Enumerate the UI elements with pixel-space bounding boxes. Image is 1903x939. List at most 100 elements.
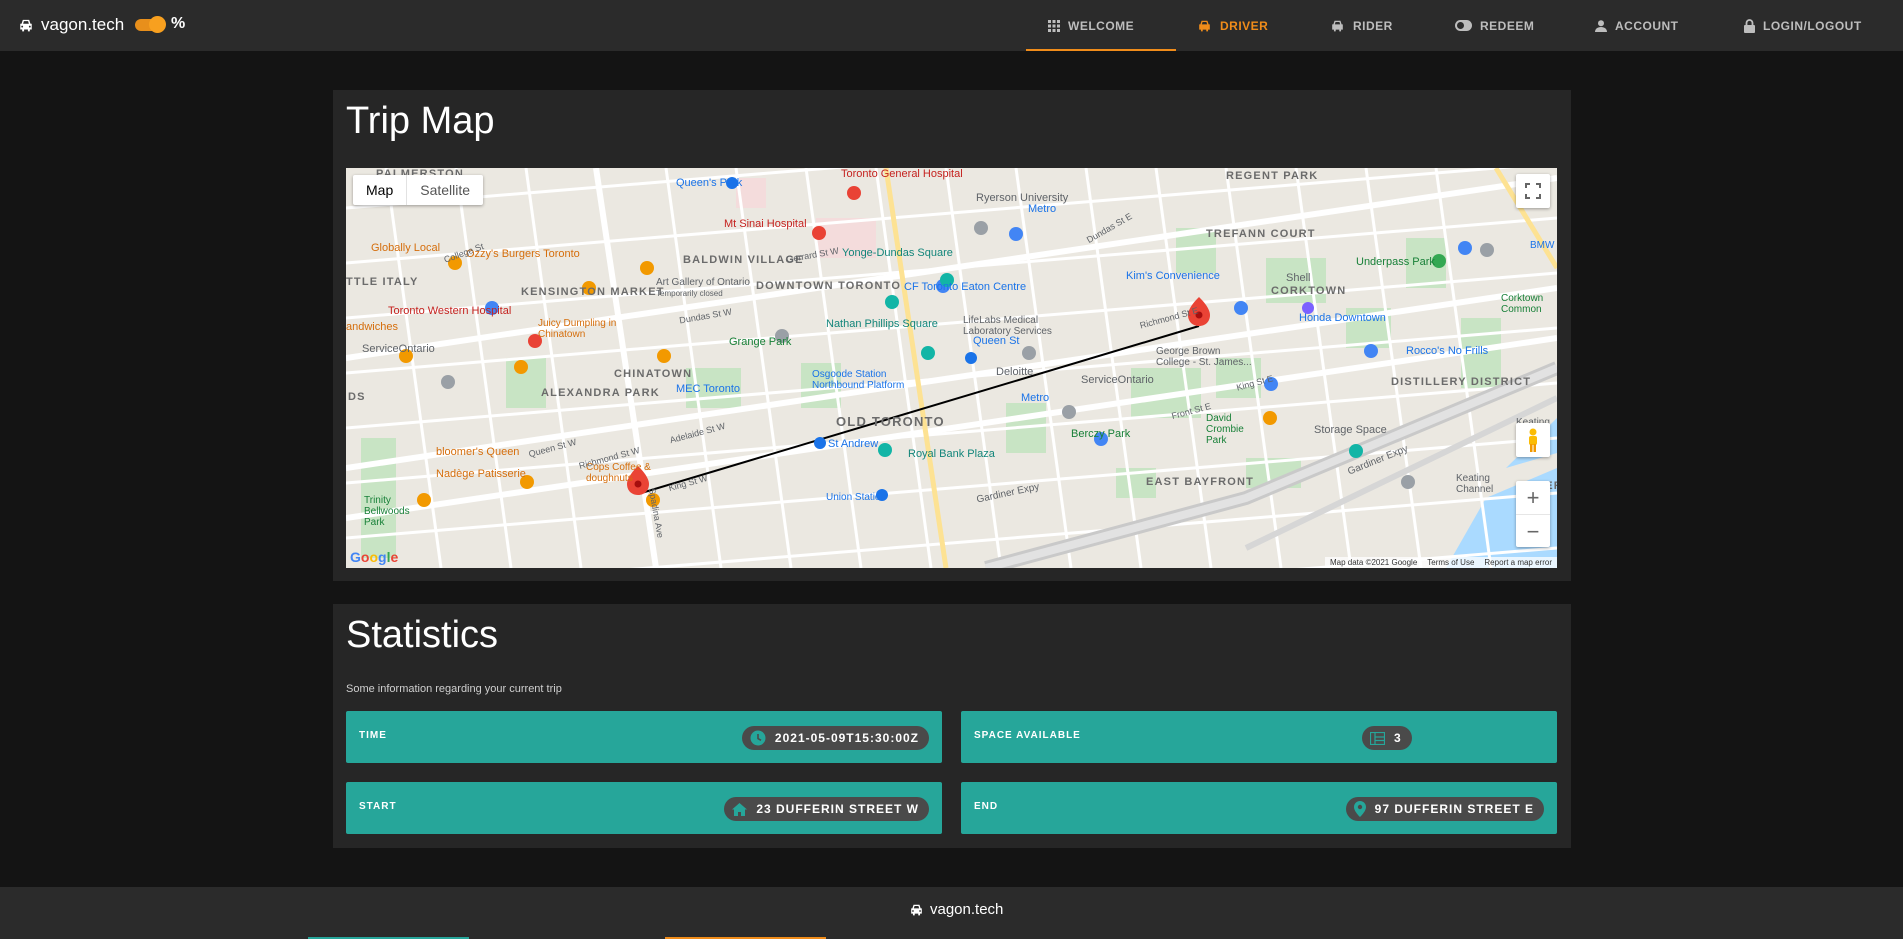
nav-rider[interactable]: RIDER [1330,0,1393,51]
nav-welcome[interactable]: WELCOME [1048,0,1134,51]
map-label-old-toronto: OLD TORONTO [836,414,945,429]
zoom-out-button[interactable]: − [1516,513,1550,548]
map-type-satellite-button[interactable]: Satellite [406,175,483,205]
place-trinity-bellwoods[interactable]: Trinity Bellwoods Park [364,495,410,528]
place-mec[interactable]: MEC Toronto [676,383,740,395]
place-union-station[interactable]: Union Station [826,492,886,503]
fullscreen-icon [1525,183,1541,199]
nav-redeem-label: REDEEM [1480,18,1535,33]
place-service-ontario-1[interactable]: ServiceOntario [362,343,435,355]
toggle-knob [149,16,166,33]
place-underpass[interactable]: Underpass Park [1356,256,1435,268]
car-icon [1332,20,1343,32]
theme-toggle[interactable] [135,16,166,33]
map-label-regent-park: REGENT PARK [1226,170,1319,182]
brand-name: vagon.tech [41,15,125,34]
place-lifelabs[interactable]: LifeLabs Medical Laboratory Services [963,315,1083,337]
map-label-downtown-toronto: DOWNTOWN TORONTO [756,280,902,292]
stat-start-chip: 23 DUFFERIN STREET W [724,797,929,821]
map-label-kensington-market: KENSINGTON MARKET [521,286,665,298]
car-icon [911,904,922,916]
place-queens-park[interactable]: Queen's Park [676,177,742,189]
place-bloomers[interactable]: bloomer's Queen [436,446,519,458]
lock-icon [1744,18,1755,33]
street-view-pegman-button[interactable] [1516,423,1550,457]
map-label-corktown: CORKTOWN [1271,285,1347,297]
place-deloitte[interactable]: Deloitte [996,366,1033,378]
stat-time-chip: 2021-05-09T15:30:00Z [741,726,929,750]
stat-start-value: 23 DUFFERIN STREET W [756,802,919,816]
place-yonge-dundas[interactable]: Yonge-Dundas Square [842,247,953,259]
google-logo[interactable]: Google [350,549,398,565]
place-bmw[interactable]: BMW To [1530,240,1557,251]
nav-welcome-label: WELCOME [1068,18,1135,33]
map-attribution: Map data ©2021 Google Terms of Use Repor… [1324,557,1557,568]
active-tab-indicator [1026,49,1176,51]
map-type-map-button[interactable]: Map [353,175,406,205]
place-queen-st[interactable]: Queen St [973,335,1019,347]
google-map[interactable]: PALMERSTON REGENT PARK TREFANN COURT BAL… [346,168,1557,568]
place-honda[interactable]: Honda Downtown [1299,312,1386,324]
place-metro-1[interactable]: Metro [1028,203,1056,215]
place-metro-2[interactable]: Metro [1021,392,1049,404]
footer-brand-name: vagon.tech [930,901,1004,918]
place-ago-note: Temporarily closed [656,289,723,298]
place-roccos[interactable]: Rocco's No Frills [1406,345,1488,357]
nav-redeem[interactable]: REDEEM [1455,0,1534,51]
navbar: vagon.tech % WELCOME DRIVER RIDER REDEEM… [0,0,1903,51]
map-label-east-bayfront: EAST BAYFRONT [1146,476,1255,488]
place-mt-sinai[interactable]: Mt Sinai Hospital [724,218,807,230]
place-st-andrew[interactable]: St Andrew [828,438,878,450]
percent-icon[interactable]: % [171,15,185,33]
car-icon [20,19,32,32]
person-icon [1595,19,1607,32]
location-icon [1353,801,1366,817]
place-osgoode[interactable]: Osgoode Station Northbound Platform [812,369,922,391]
toggle-icon [1455,20,1472,31]
place-grange-park[interactable]: Grange Park [729,336,791,348]
place-juicy-dumpling[interactable]: Juicy Dumpling in Chinatown [538,318,633,340]
stat-space-available-value: 3 [1394,731,1402,745]
map-base-layer [346,168,1557,568]
place-toronto-western[interactable]: Toronto Western Hospital [388,305,511,317]
stat-end-value: 97 DUFFERIN STREET E [1374,802,1534,816]
place-service-ontario-2[interactable]: ServiceOntario [1081,374,1154,386]
place-berczy[interactable]: Berczy Park [1071,428,1130,440]
place-nadege[interactable]: Nadège Patisserie [436,468,526,480]
map-type-control: Map Satellite [353,175,484,205]
place-corktown-common[interactable]: Corktown Common [1501,293,1556,315]
nav-login-logout[interactable]: LOGIN/LOGOUT [1744,0,1862,51]
stat-time: TIME 2021-05-09T15:30:00Z [346,711,942,763]
stat-time-label: TIME [359,730,387,741]
map-label-little-italy: TTLE ITALY [346,276,419,288]
map-data-text: Map data ©2021 Google [1329,558,1418,567]
place-sandwiches[interactable]: andwiches [346,321,398,333]
stat-time-value: 2021-05-09T15:30:00Z [774,731,919,745]
statistics-card: Statistics Some information regarding yo… [333,604,1571,848]
place-kims[interactable]: Kim's Convenience [1126,270,1220,282]
map-label-chinatown: CHINATOWN [614,368,693,380]
place-storage-space[interactable]: Storage Space [1314,424,1387,436]
footer-brand[interactable]: vagon.tech [909,901,1003,918]
map-label-ds: DS [348,391,366,403]
place-david-crombie[interactable]: David Crombie Park [1206,413,1261,446]
place-cf-eaton[interactable]: CF Toronto Eaton Centre [904,281,1026,293]
place-george-brown[interactable]: George Brown College - St. James... [1156,346,1256,368]
nav-account[interactable]: ACCOUNT [1595,0,1679,51]
place-nathan-phillips[interactable]: Nathan Phillips Square [826,318,938,330]
place-shell[interactable]: Shell [1286,272,1310,284]
report-map-error-link[interactable]: Report a map error [1484,558,1552,567]
brand[interactable]: vagon.tech [18,15,124,35]
map-label-trefann-court: TREFANN COURT [1206,228,1316,240]
place-ago[interactable]: Art Gallery of Ontario [656,277,750,288]
fullscreen-button[interactable] [1516,174,1550,208]
terms-link[interactable]: Terms of Use [1427,558,1474,567]
zoom-in-button[interactable]: + [1516,481,1550,514]
place-toronto-general[interactable]: Toronto General Hospital [841,168,963,180]
nav-driver[interactable]: DRIVER [1197,0,1268,51]
trip-map-card: Trip Map PALMERSTON REGENT PARK TREFANN … [333,90,1571,581]
place-royal-bank[interactable]: Royal Bank Plaza [908,448,995,460]
seat-icon [1370,731,1385,745]
place-globally-local[interactable]: Globally Local [371,242,440,254]
map-label-alexandra-park: ALEXANDRA PARK [541,387,660,399]
